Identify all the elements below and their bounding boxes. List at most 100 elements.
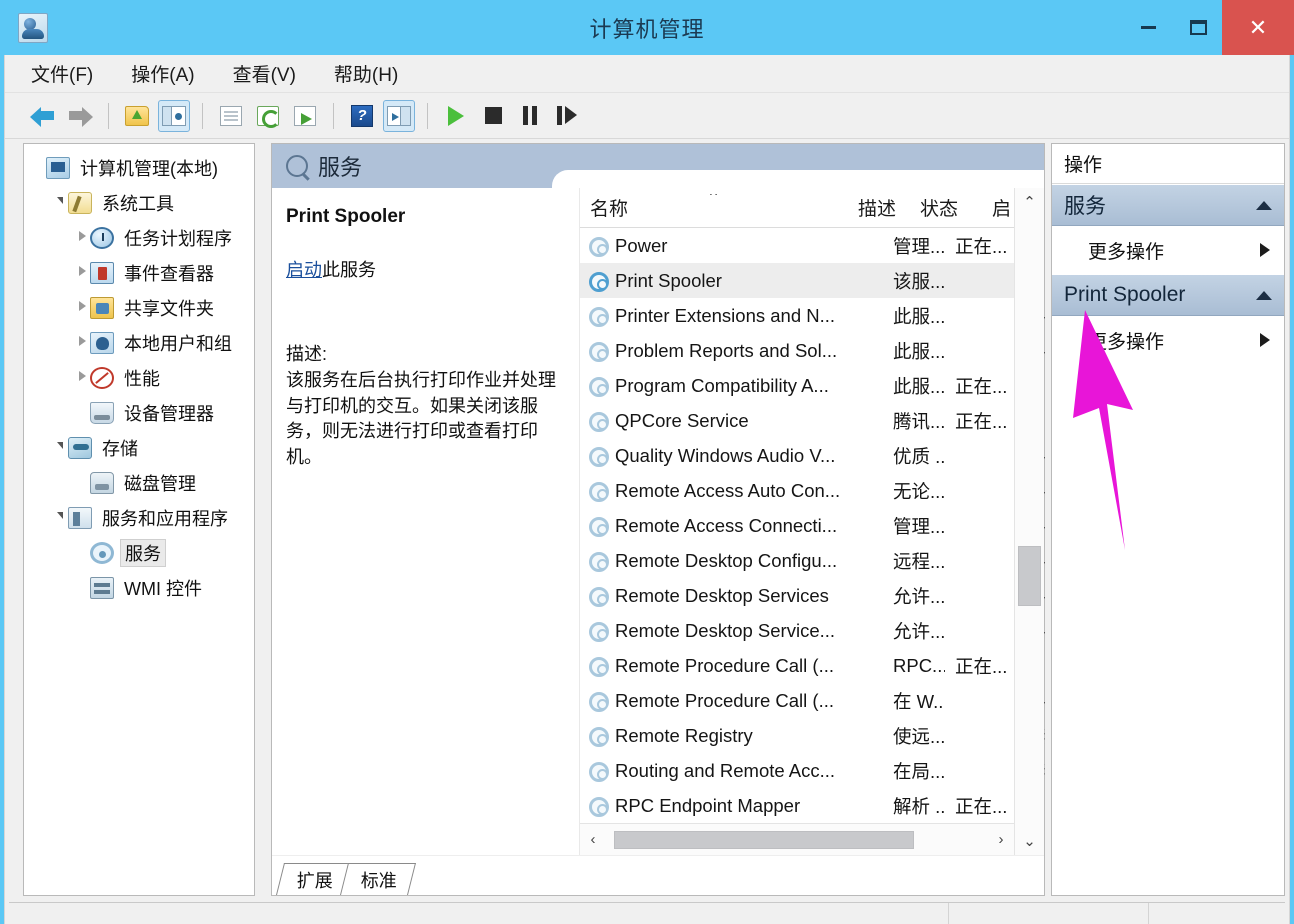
table-row[interactable]: Print Spooler该服...自	[580, 263, 1046, 298]
close-button[interactable]: ✕	[1222, 0, 1294, 55]
refresh-button[interactable]	[252, 100, 284, 132]
scroll-down-button[interactable]: ⌄	[1015, 827, 1044, 855]
table-row[interactable]: Program Compatibility A...此服...正在...自	[580, 368, 1046, 403]
table-row[interactable]: Printer Extensions and N...此服...手	[580, 298, 1046, 333]
table-row[interactable]: Remote Desktop Service...允许...手	[580, 613, 1046, 648]
service-gear-icon	[588, 376, 609, 397]
tree-item-8[interactable]: 存储	[24, 430, 254, 465]
properties-button[interactable]	[215, 100, 247, 132]
tree-item-label: 服务和应用程序	[102, 508, 228, 529]
table-row[interactable]: Remote Desktop Configu...远程...手	[580, 543, 1046, 578]
minimize-button[interactable]	[1122, 0, 1174, 55]
service-gear-icon	[588, 341, 609, 362]
table-row[interactable]: Remote Registry使远...禁	[580, 718, 1046, 753]
up-one-level-button[interactable]	[121, 100, 153, 132]
actions-section-print-spooler[interactable]: Print Spooler	[1052, 274, 1284, 316]
horizontal-scrollbar[interactable]: ‹ ›	[580, 823, 1014, 855]
column-header-description[interactable]: 描述	[848, 194, 910, 221]
tab-standard[interactable]: 标准	[340, 863, 416, 895]
maximize-button[interactable]	[1174, 0, 1222, 55]
tree-item-10[interactable]: 服务和应用程序	[24, 500, 254, 535]
horizontal-scroll-track[interactable]	[606, 830, 988, 850]
vertical-scroll-track[interactable]	[1015, 216, 1044, 827]
actions-services-more[interactable]: 更多操作	[1052, 226, 1284, 274]
pause-service-button[interactable]	[514, 100, 546, 132]
center-pane: 服务 Print Spooler 启动此服务 描述: 该服务在后台执行打印作业并…	[271, 143, 1046, 896]
toolbar-separator-2	[202, 102, 203, 129]
table-row[interactable]: Quality Windows Audio V...优质 ...手	[580, 438, 1046, 473]
cell-name: Remote Desktop Configu...	[615, 549, 838, 571]
cell-desc: 管理...	[893, 235, 945, 257]
cell-desc: 使远...	[893, 725, 945, 747]
menu-view[interactable]: 查看(V)	[229, 57, 300, 90]
toolbar-separator-1	[108, 102, 109, 129]
expand-collapse-closed-icon[interactable]	[74, 231, 90, 244]
scroll-left-button[interactable]: ‹	[580, 831, 606, 848]
vertical-scroll-thumb[interactable]	[1018, 545, 1041, 606]
tree-item-11[interactable]: 服务	[24, 535, 254, 570]
cell-desc: 此服...	[893, 340, 945, 362]
forward-button[interactable]	[64, 100, 96, 132]
table-row[interactable]: Remote Desktop Services允许...手	[580, 578, 1046, 613]
tree-item-3[interactable]: 事件查看器	[24, 255, 254, 290]
show-console-tree-button[interactable]	[158, 99, 190, 132]
chevron-up-icon[interactable]	[1256, 290, 1272, 300]
tree-item-5[interactable]: 本地用户和组	[24, 325, 254, 360]
tree-item-9[interactable]: 磁盘管理	[24, 465, 254, 500]
table-row[interactable]: Remote Procedure Call (...在 W...手	[580, 683, 1046, 718]
status-bar-panel-2	[949, 903, 1149, 924]
expand-collapse-open-icon[interactable]	[52, 197, 68, 209]
services-pane-header: 服务	[272, 144, 1044, 188]
service-gear-icon	[588, 796, 609, 817]
detail-description-text: 该服务在后台执行打印作业并处理与打印机的交互。如果关闭该服务，则无法进行打印或查…	[286, 370, 556, 467]
menu-help[interactable]: 帮助(H)	[330, 57, 402, 90]
table-row[interactable]: Remote Access Connecti...管理...手	[580, 508, 1046, 543]
tree-item-2[interactable]: 任务计划程序	[24, 220, 254, 255]
menu-file[interactable]: 文件(F)	[27, 57, 97, 90]
back-button[interactable]	[27, 100, 59, 132]
tree-item-4[interactable]: 共享文件夹	[24, 290, 254, 325]
tree-item-0[interactable]: 计算机管理(本地)	[24, 150, 254, 185]
expand-collapse-closed-icon[interactable]	[74, 371, 90, 384]
table-row[interactable]: QPCore Service腾讯...正在...自	[580, 403, 1046, 438]
tree-item-1[interactable]: 系统工具	[24, 185, 254, 220]
expand-collapse-open-icon[interactable]	[52, 512, 68, 524]
table-row[interactable]: Problem Reports and Sol...此服...手	[580, 333, 1046, 368]
tree-item-6[interactable]: 性能	[24, 360, 254, 395]
tree-item-12[interactable]: WMI 控件	[24, 570, 254, 605]
table-row[interactable]: Power管理...正在...自	[580, 228, 1046, 263]
submenu-arrow-icon	[1260, 243, 1270, 257]
table-row[interactable]: Remote Access Auto Con...无论...手	[580, 473, 1046, 508]
service-gear-icon	[588, 621, 609, 642]
table-row[interactable]: Routing and Remote Acc...在局...禁	[580, 753, 1046, 788]
expand-collapse-closed-icon[interactable]	[74, 301, 90, 314]
tree-item-7[interactable]: 设备管理器	[24, 395, 254, 430]
app-icon	[18, 12, 48, 43]
start-service-link[interactable]: 启动	[286, 260, 322, 280]
show-action-pane-button[interactable]	[383, 99, 415, 132]
table-row[interactable]: RPC Endpoint Mapper解析 ...正在...自	[580, 788, 1046, 823]
column-header-status[interactable]: 状态	[910, 194, 982, 221]
title-bar: 计算机管理 ✕	[0, 0, 1294, 55]
restart-service-button[interactable]	[551, 100, 583, 132]
cell-status: 正在...	[955, 795, 1008, 817]
actions-section-services[interactable]: 服务	[1052, 184, 1284, 226]
menu-action[interactable]: 操作(A)	[127, 57, 198, 90]
start-service-button[interactable]	[440, 100, 472, 132]
horizontal-scroll-thumb[interactable]	[614, 830, 914, 849]
minimize-icon	[1140, 26, 1156, 29]
export-list-button[interactable]	[289, 100, 321, 132]
column-header-name[interactable]: 名称 ^	[580, 194, 848, 221]
menu-bar: 文件(F) 操作(A) 查看(V) 帮助(H)	[5, 55, 1289, 93]
help-button[interactable]: ?	[346, 100, 378, 132]
vertical-scrollbar[interactable]: ⌃ ⌄	[1014, 188, 1044, 855]
expand-collapse-closed-icon[interactable]	[74, 266, 90, 279]
chevron-up-icon[interactable]	[1256, 200, 1272, 210]
shared-folders-icon	[90, 296, 114, 319]
expand-collapse-closed-icon[interactable]	[74, 336, 90, 349]
actions-print-spooler-more[interactable]: 更多操作	[1052, 316, 1284, 364]
scroll-right-button[interactable]: ›	[988, 831, 1014, 848]
stop-service-button[interactable]	[477, 100, 509, 132]
expand-collapse-open-icon[interactable]	[52, 442, 68, 454]
table-row[interactable]: Remote Procedure Call (...RPC...正在...自	[580, 648, 1046, 683]
